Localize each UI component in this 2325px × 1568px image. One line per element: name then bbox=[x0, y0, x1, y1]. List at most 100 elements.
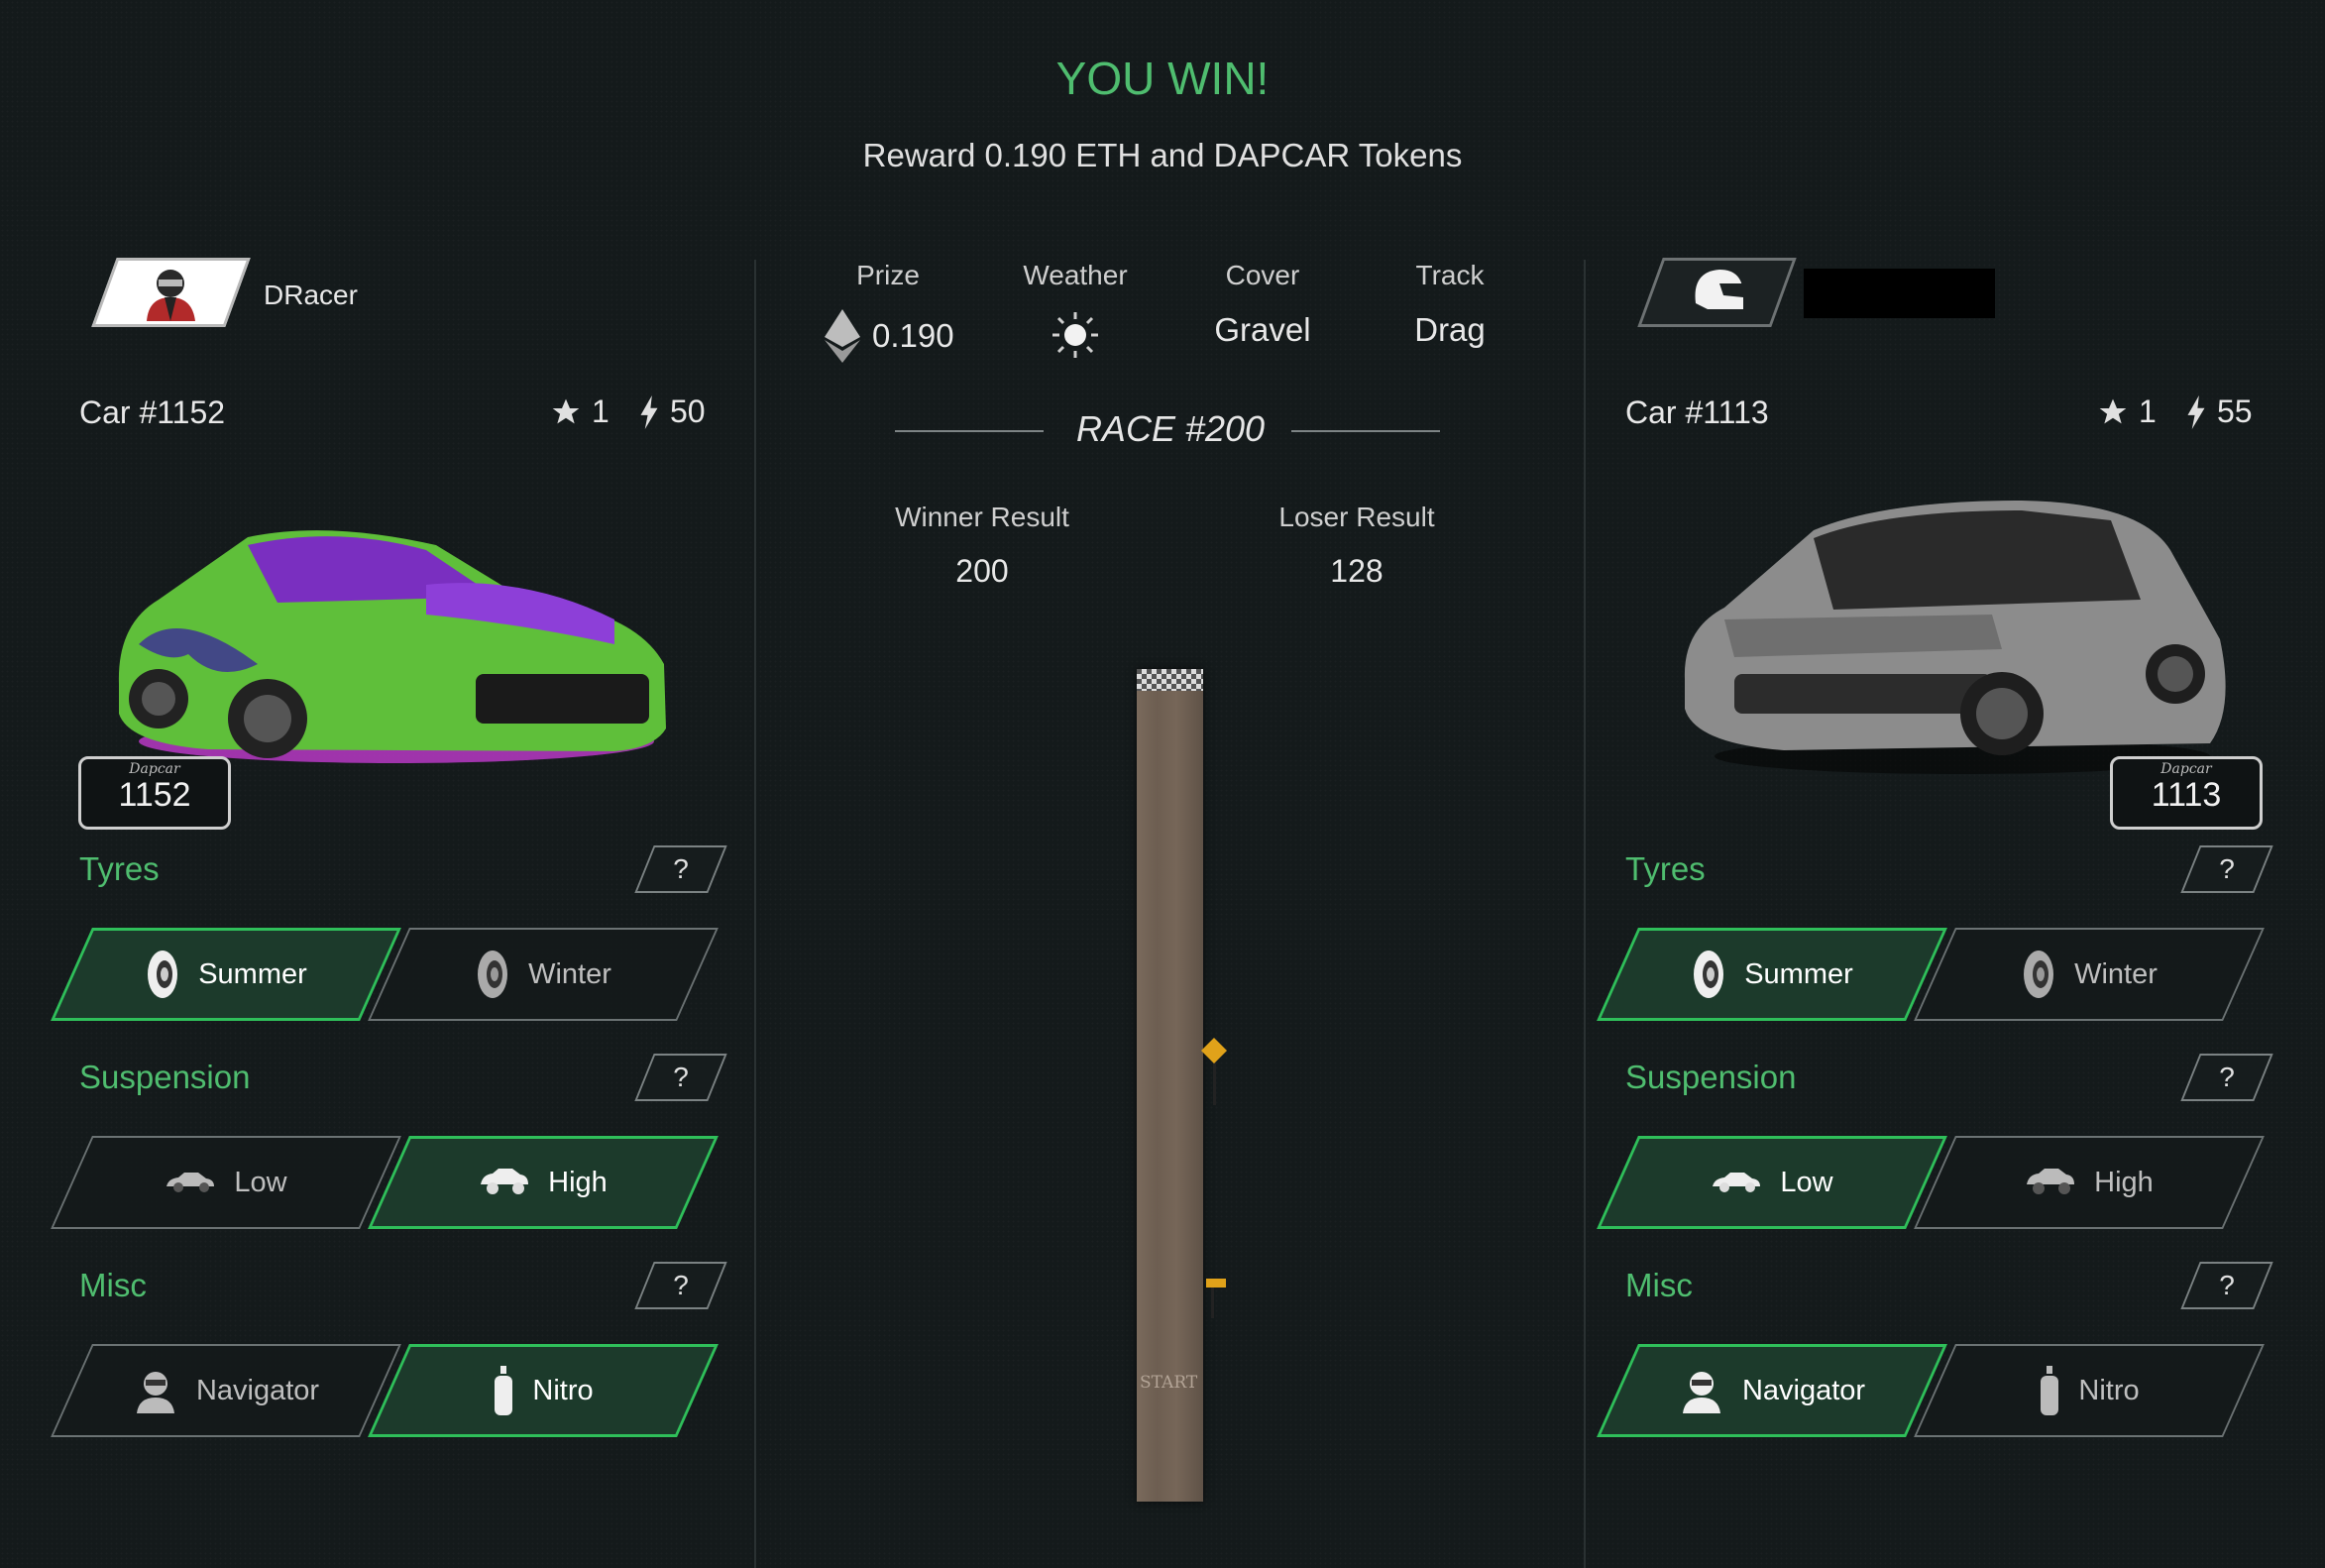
suspension-low-label-left: Low bbox=[234, 1166, 287, 1198]
nitro-bottle-icon bbox=[495, 1366, 513, 1415]
sun-icon bbox=[1052, 312, 1098, 358]
race-title-line-right bbox=[1291, 430, 1440, 432]
tyre-winter-label-left: Winter bbox=[528, 957, 611, 990]
car-number-right: Car #1113 bbox=[1625, 394, 1769, 430]
prize-value: 0.190 bbox=[872, 317, 954, 354]
power-right: 55 bbox=[2185, 393, 2253, 430]
tyres-help-button-left[interactable]: ? bbox=[634, 845, 727, 893]
misc-nitro-option-left[interactable]: Nitro bbox=[368, 1344, 719, 1437]
suspension-high-label-right: High bbox=[2094, 1166, 2154, 1198]
prize-value-group: 0.190 bbox=[823, 309, 954, 363]
cover-label: Cover bbox=[1225, 260, 1300, 290]
plate-number-left: 1152 bbox=[118, 776, 191, 814]
lightning-icon bbox=[640, 394, 658, 429]
prize-label: Prize bbox=[856, 260, 920, 290]
power-value-left: 50 bbox=[670, 393, 706, 429]
misc-help-button-right[interactable]: ? bbox=[2180, 1262, 2273, 1309]
ethereum-icon bbox=[825, 309, 860, 363]
license-plate-left: Dapcar 1152 bbox=[78, 756, 231, 830]
power-left: 50 bbox=[638, 393, 706, 430]
tyres-help-button-right[interactable]: ? bbox=[2180, 845, 2273, 893]
stars-left: 1 bbox=[550, 393, 609, 430]
divider-right bbox=[1584, 260, 1586, 1568]
suspension-low-option-right[interactable]: Low bbox=[1597, 1136, 1947, 1229]
winner-result-label: Winner Result bbox=[895, 502, 1069, 532]
result-title: YOU WIN! bbox=[1055, 53, 1270, 104]
tyres-heading-left: Tyres bbox=[79, 850, 160, 887]
car-high-icon bbox=[2027, 1169, 2075, 1194]
weather-label: Weather bbox=[1023, 260, 1128, 290]
drag-strip-track: START bbox=[1137, 669, 1203, 1502]
tyre-icon bbox=[148, 951, 178, 998]
driver-helmet-icon bbox=[147, 270, 195, 321]
cover-value: Gravel bbox=[1214, 311, 1311, 348]
race-title: RACE #200 bbox=[1075, 408, 1266, 449]
tyre-winter-label-right: Winter bbox=[2074, 957, 2158, 990]
plate-brand-right: Dapcar bbox=[2160, 761, 2212, 777]
tyre-winter-option-left[interactable]: Winter bbox=[368, 928, 719, 1021]
track-label: Track bbox=[1415, 260, 1485, 290]
tyre-icon bbox=[478, 951, 508, 998]
suspension-help-button-left[interactable]: ? bbox=[634, 1054, 727, 1101]
car-high-icon bbox=[481, 1169, 529, 1194]
track-value: Drag bbox=[1414, 311, 1486, 348]
player-name-left: DRacer bbox=[264, 280, 358, 310]
suspension-high-option-left[interactable]: High bbox=[368, 1136, 719, 1229]
warning-sign-icon bbox=[1201, 1038, 1227, 1105]
tyre-icon bbox=[1694, 951, 1724, 998]
misc-heading-left: Misc bbox=[79, 1267, 147, 1303]
stars-value-right: 1 bbox=[2139, 393, 2157, 429]
misc-navigator-option-left[interactable]: Navigator bbox=[51, 1344, 401, 1437]
tyre-summer-option-right[interactable]: Summer bbox=[1597, 928, 1947, 1021]
navigator-icon bbox=[136, 1372, 174, 1413]
license-plate-right: Dapcar 1113 bbox=[2110, 756, 2263, 830]
helmet-icon bbox=[1695, 270, 1743, 309]
finish-line bbox=[1137, 669, 1203, 691]
suspension-high-label-left: High bbox=[548, 1166, 608, 1198]
player-name-redacted bbox=[1804, 269, 1995, 318]
suspension-help-button-right[interactable]: ? bbox=[2180, 1054, 2273, 1101]
tyre-summer-label-left: Summer bbox=[198, 957, 307, 990]
stars-value-left: 1 bbox=[592, 393, 609, 429]
tyre-summer-option-left[interactable]: Summer bbox=[51, 928, 401, 1021]
car-number-left: Car #1152 bbox=[79, 394, 226, 430]
plate-brand-left: Dapcar bbox=[129, 761, 180, 777]
divider-left bbox=[754, 260, 756, 1568]
nitro-bottle-icon bbox=[2041, 1366, 2059, 1415]
car-image-right bbox=[1684, 501, 2226, 774]
car-image-left bbox=[118, 530, 667, 763]
misc-nitro-label-left: Nitro bbox=[532, 1374, 594, 1406]
start-label: START bbox=[1140, 1373, 1198, 1393]
misc-nitro-label-right: Nitro bbox=[2078, 1374, 2140, 1406]
suspension-low-option-left[interactable]: Low bbox=[51, 1136, 401, 1229]
player-avatar-right[interactable] bbox=[1637, 258, 1797, 327]
power-value-right: 55 bbox=[2217, 393, 2253, 429]
suspension-heading-left: Suspension bbox=[79, 1059, 251, 1095]
stars-right: 1 bbox=[2097, 393, 2157, 430]
tyre-summer-label-right: Summer bbox=[1744, 957, 1853, 990]
suspension-low-label-right: Low bbox=[1780, 1166, 1833, 1198]
star-icon bbox=[2099, 398, 2127, 423]
misc-help-button-left[interactable]: ? bbox=[634, 1262, 727, 1309]
lightning-icon bbox=[2187, 394, 2205, 429]
misc-navigator-option-right[interactable]: Navigator bbox=[1597, 1344, 1947, 1437]
player-avatar-left[interactable] bbox=[91, 258, 251, 327]
car-low-icon bbox=[166, 1173, 215, 1192]
tyres-heading-right: Tyres bbox=[1625, 850, 1706, 887]
misc-nitro-option-right[interactable]: Nitro bbox=[1914, 1344, 2265, 1437]
misc-navigator-label-left: Navigator bbox=[195, 1374, 320, 1406]
misc-navigator-label-right: Navigator bbox=[1741, 1374, 1866, 1406]
loser-result-label: Loser Result bbox=[1278, 502, 1435, 532]
reward-text: Reward 0.190 ETH and DAPCAR Tokens bbox=[862, 137, 1463, 173]
tyre-winter-option-right[interactable]: Winter bbox=[1914, 928, 2265, 1021]
loser-result-value: 128 bbox=[1330, 553, 1384, 589]
car-low-icon bbox=[1713, 1173, 1761, 1192]
plate-number-right: 1113 bbox=[2151, 776, 2222, 814]
star-icon bbox=[552, 398, 580, 423]
tyre-icon bbox=[2024, 951, 2054, 998]
navigator-icon bbox=[1682, 1372, 1720, 1413]
misc-heading-right: Misc bbox=[1625, 1267, 1693, 1303]
suspension-high-option-right[interactable]: High bbox=[1914, 1136, 2265, 1229]
winner-result-value: 200 bbox=[955, 553, 1009, 589]
distance-marker-icon bbox=[1206, 1279, 1226, 1318]
